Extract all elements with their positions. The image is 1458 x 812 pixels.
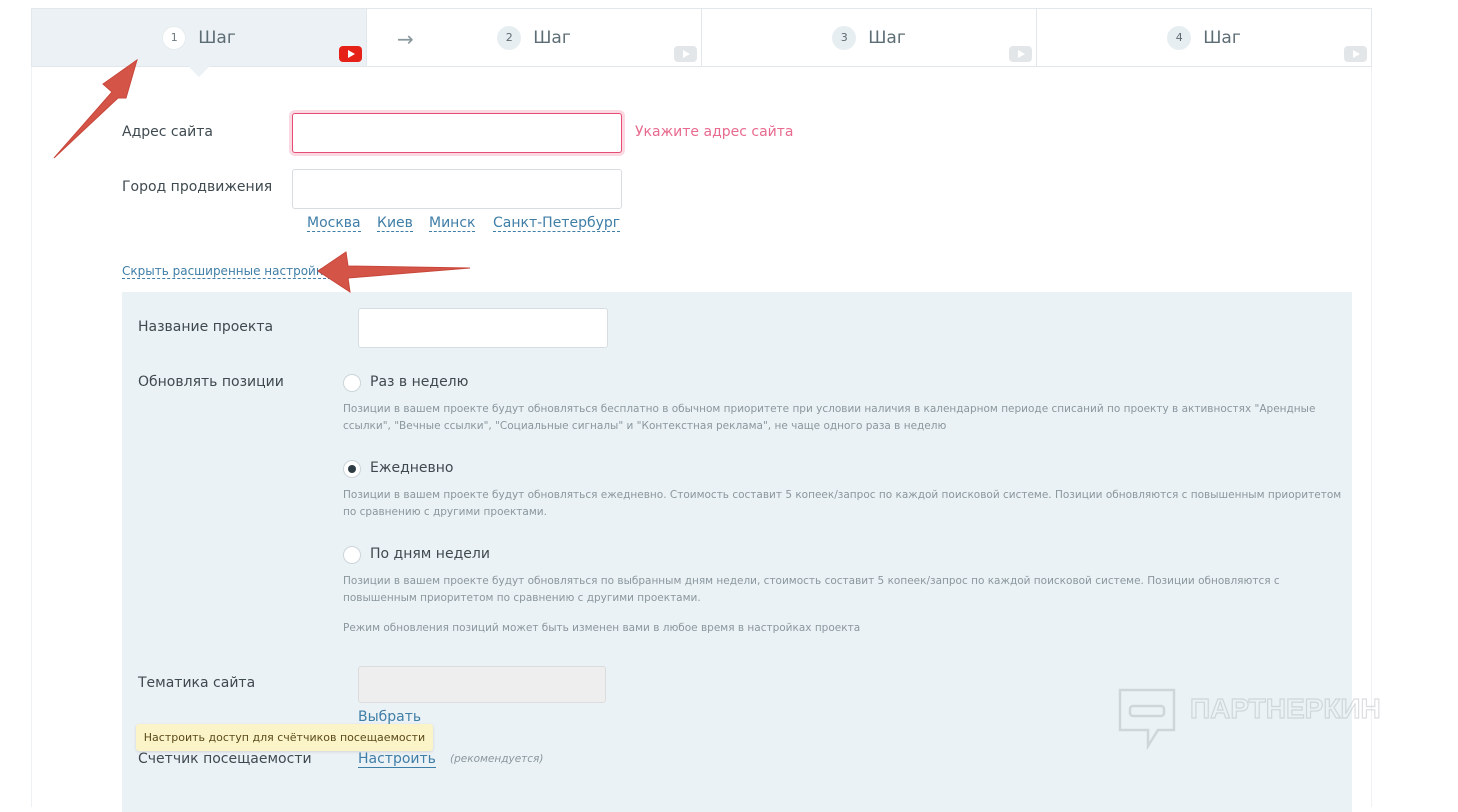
annotation-arrow-toggle (317, 251, 471, 294)
annotation-arrow-step (53, 58, 138, 159)
annotation-arrows (53, 58, 471, 294)
